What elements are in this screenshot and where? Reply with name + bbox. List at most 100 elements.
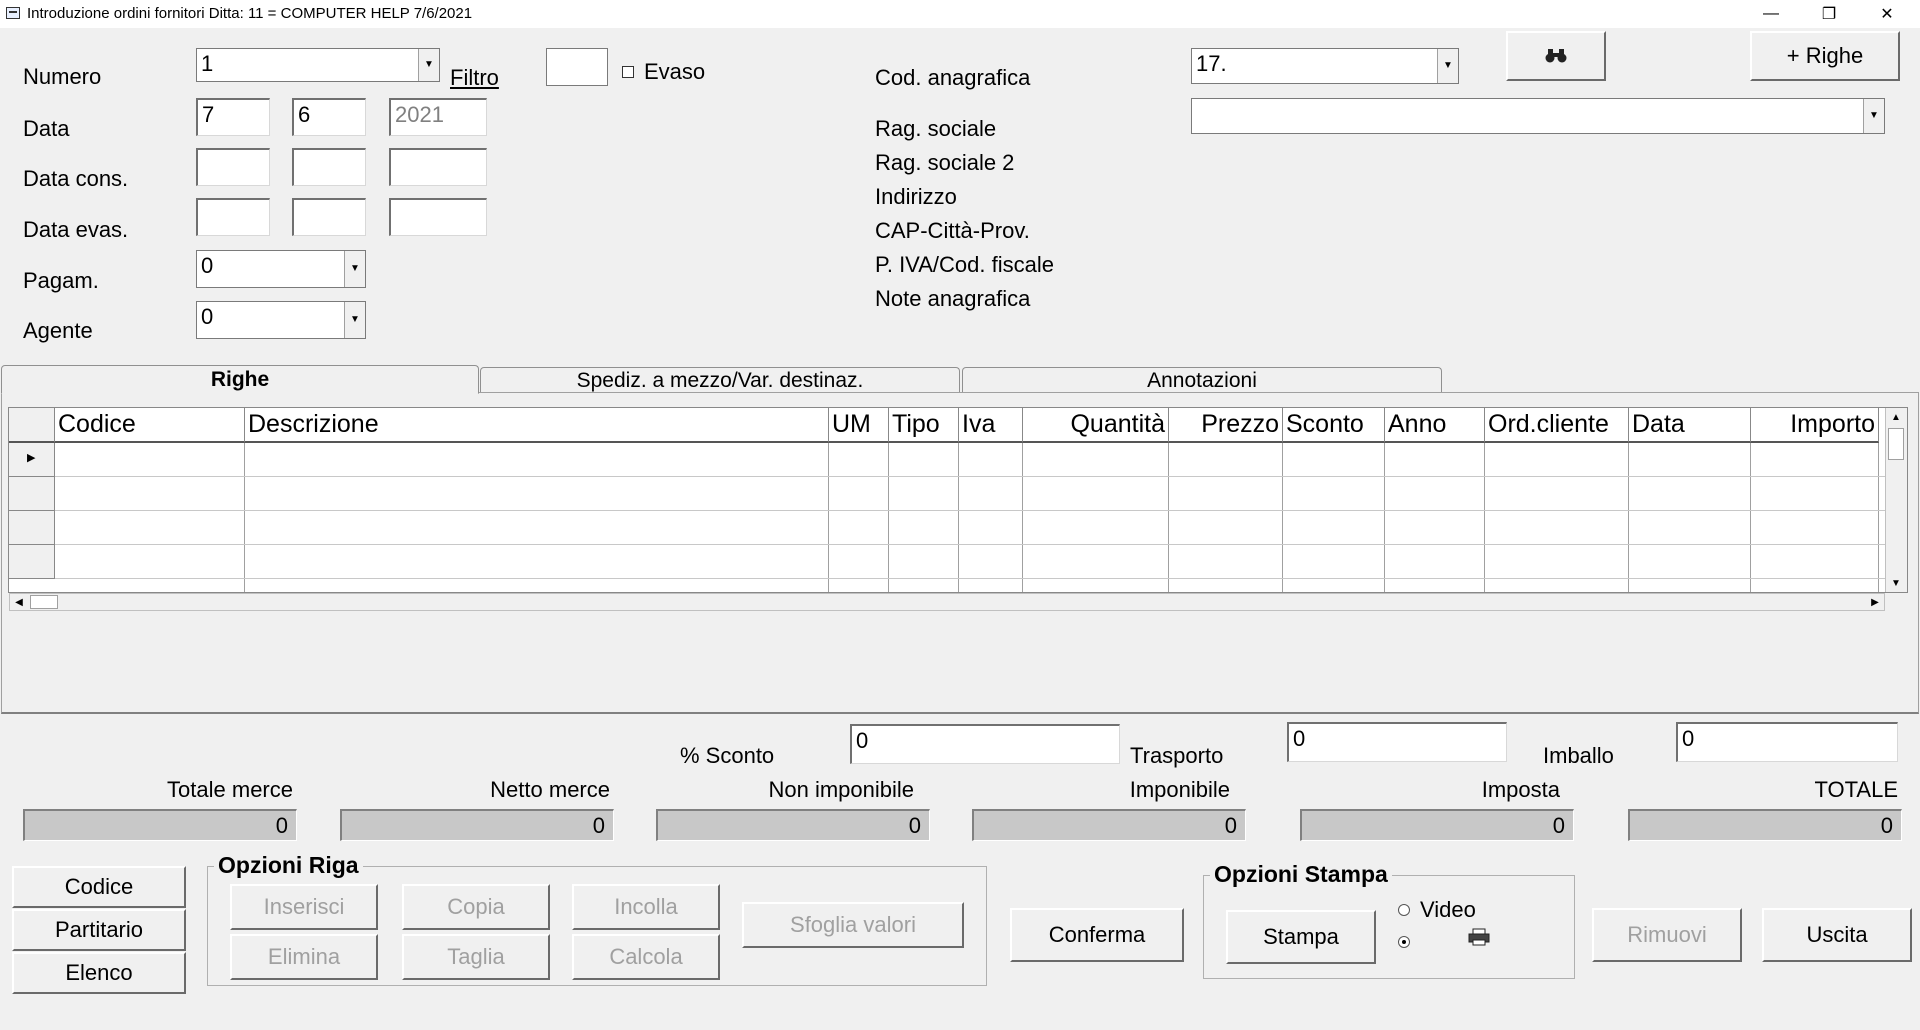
grid-cell[interactable] [1629, 477, 1751, 511]
copia-button[interactable]: Copia [402, 884, 550, 930]
grid-cell[interactable] [245, 477, 829, 511]
grid-cell[interactable] [1751, 443, 1879, 477]
grid-cell[interactable] [1485, 477, 1629, 511]
data-cons-year-field[interactable] [389, 148, 487, 186]
horizontal-scrollbar[interactable]: ◀ ▶ [9, 593, 1885, 611]
codice-button[interactable]: Codice [12, 866, 186, 908]
righe-grid[interactable]: Codice Descrizione UM Tipo Iva Quantità Prezzo… [8, 407, 1908, 593]
grid-cell[interactable] [829, 545, 889, 579]
video-radio[interactable] [1398, 904, 1410, 916]
grid-cell[interactable] [55, 511, 245, 545]
tab-spedizione[interactable]: Spediz. a mezzo/Var. destinaz. [480, 367, 960, 393]
tab-annotazioni[interactable]: Annotazioni [962, 367, 1442, 393]
grid-cell[interactable] [1283, 545, 1385, 579]
data-cons-month-field[interactable] [292, 148, 366, 186]
grid-row-header[interactable] [9, 545, 55, 579]
chevron-down-icon[interactable]: ▼ [344, 302, 365, 338]
stampa-button[interactable]: Stampa [1226, 910, 1376, 964]
inserisci-button[interactable]: Inserisci [230, 884, 378, 930]
sconto-field[interactable]: 0 [850, 724, 1120, 764]
grid-cell[interactable] [1023, 443, 1169, 477]
search-anagrafica-button[interactable] [1506, 31, 1606, 81]
scroll-down-icon[interactable]: ▼ [1887, 574, 1905, 592]
sfoglia-valori-button[interactable]: Sfoglia valori [742, 902, 964, 948]
conferma-button[interactable]: Conferma [1010, 908, 1184, 962]
grid-row-header[interactable] [9, 511, 55, 545]
grid-cell[interactable] [1283, 477, 1385, 511]
printer-radio[interactable] [1398, 936, 1410, 948]
cod-anagrafica-combo[interactable]: 17. ▼ [1191, 48, 1459, 84]
grid-cell[interactable] [245, 545, 829, 579]
grid-cell[interactable] [1485, 545, 1629, 579]
grid-cell[interactable] [1283, 443, 1385, 477]
rag-sociale-combo[interactable]: ▼ [1191, 98, 1885, 134]
filtro-field[interactable] [546, 48, 608, 86]
grid-cell[interactable] [889, 511, 959, 545]
grid-header-quantit-[interactable]: Quantità [1023, 408, 1169, 443]
data-year-field[interactable]: 2021 [389, 98, 487, 136]
grid-cell[interactable] [889, 545, 959, 579]
partitario-button[interactable]: Partitario [12, 909, 186, 951]
grid-cell[interactable] [1169, 477, 1283, 511]
grid-cell[interactable] [55, 477, 245, 511]
grid-cell[interactable] [959, 545, 1023, 579]
grid-cell[interactable] [959, 511, 1023, 545]
grid-cell[interactable] [1751, 511, 1879, 545]
grid-cell[interactable] [1485, 511, 1629, 545]
rimuovi-button[interactable]: Rimuovi [1592, 908, 1742, 962]
grid-cell[interactable] [1023, 545, 1169, 579]
chevron-down-icon[interactable]: ▼ [418, 49, 439, 81]
chevron-down-icon[interactable]: ▼ [1863, 99, 1884, 133]
elenco-button[interactable]: Elenco [12, 952, 186, 994]
grid-header-prezzo[interactable]: Prezzo [1169, 408, 1283, 443]
grid-cell[interactable] [1629, 545, 1751, 579]
grid-cell[interactable] [1751, 477, 1879, 511]
scroll-left-icon[interactable]: ◀ [10, 593, 28, 611]
chevron-down-icon[interactable]: ▼ [344, 251, 365, 287]
grid-row-header[interactable]: ▶ [9, 443, 55, 477]
grid-cell[interactable] [889, 477, 959, 511]
data-evas-year-field[interactable] [389, 198, 487, 236]
restore-button[interactable]: ❐ [1806, 0, 1852, 28]
grid-cell[interactable] [829, 443, 889, 477]
calcola-button[interactable]: Calcola [572, 934, 720, 980]
grid-cell[interactable] [1385, 511, 1485, 545]
agente-combo[interactable]: 0 ▼ [196, 301, 366, 339]
grid-header-sconto[interactable]: Sconto [1283, 408, 1385, 443]
scroll-up-icon[interactable]: ▲ [1887, 408, 1905, 426]
grid-header-codice[interactable]: Codice [55, 408, 245, 443]
grid-cell[interactable] [245, 511, 829, 545]
grid-cell[interactable] [959, 477, 1023, 511]
grid-header-tipo[interactable]: Tipo [889, 408, 959, 443]
grid-cell[interactable] [1629, 443, 1751, 477]
grid-cell[interactable] [1385, 545, 1485, 579]
close-button[interactable]: ✕ [1864, 0, 1910, 28]
data-day-field[interactable]: 7 [196, 98, 270, 136]
grid-header-iva[interactable]: Iva [959, 408, 1023, 443]
grid-cell[interactable] [1023, 477, 1169, 511]
grid-cell[interactable] [1169, 545, 1283, 579]
minimize-button[interactable]: — [1748, 0, 1794, 28]
grid-cell[interactable] [959, 443, 1023, 477]
taglia-button[interactable]: Taglia [402, 934, 550, 980]
pagam-combo[interactable]: 0 ▼ [196, 250, 366, 288]
grid-row-header[interactable] [9, 477, 55, 511]
grid-cell[interactable] [1485, 443, 1629, 477]
grid-cell[interactable] [55, 443, 245, 477]
scroll-thumb-vertical[interactable] [1888, 428, 1904, 460]
data-evas-day-field[interactable] [196, 198, 270, 236]
incolla-button[interactable]: Incolla [572, 884, 720, 930]
grid-cell[interactable] [1751, 545, 1879, 579]
grid-header-um[interactable]: UM [829, 408, 889, 443]
grid-cell[interactable] [829, 511, 889, 545]
trasporto-field[interactable]: 0 [1287, 722, 1507, 762]
grid-cell[interactable] [1385, 477, 1485, 511]
add-righe-button[interactable]: + Righe [1750, 31, 1900, 81]
evaso-checkbox[interactable] [622, 66, 634, 78]
uscita-button[interactable]: Uscita [1762, 908, 1912, 962]
grid-header-anno[interactable]: Anno [1385, 408, 1485, 443]
data-cons-day-field[interactable] [196, 148, 270, 186]
data-evas-month-field[interactable] [292, 198, 366, 236]
vertical-scrollbar[interactable]: ▲ ▼ [1885, 408, 1907, 592]
grid-cell[interactable] [1629, 511, 1751, 545]
